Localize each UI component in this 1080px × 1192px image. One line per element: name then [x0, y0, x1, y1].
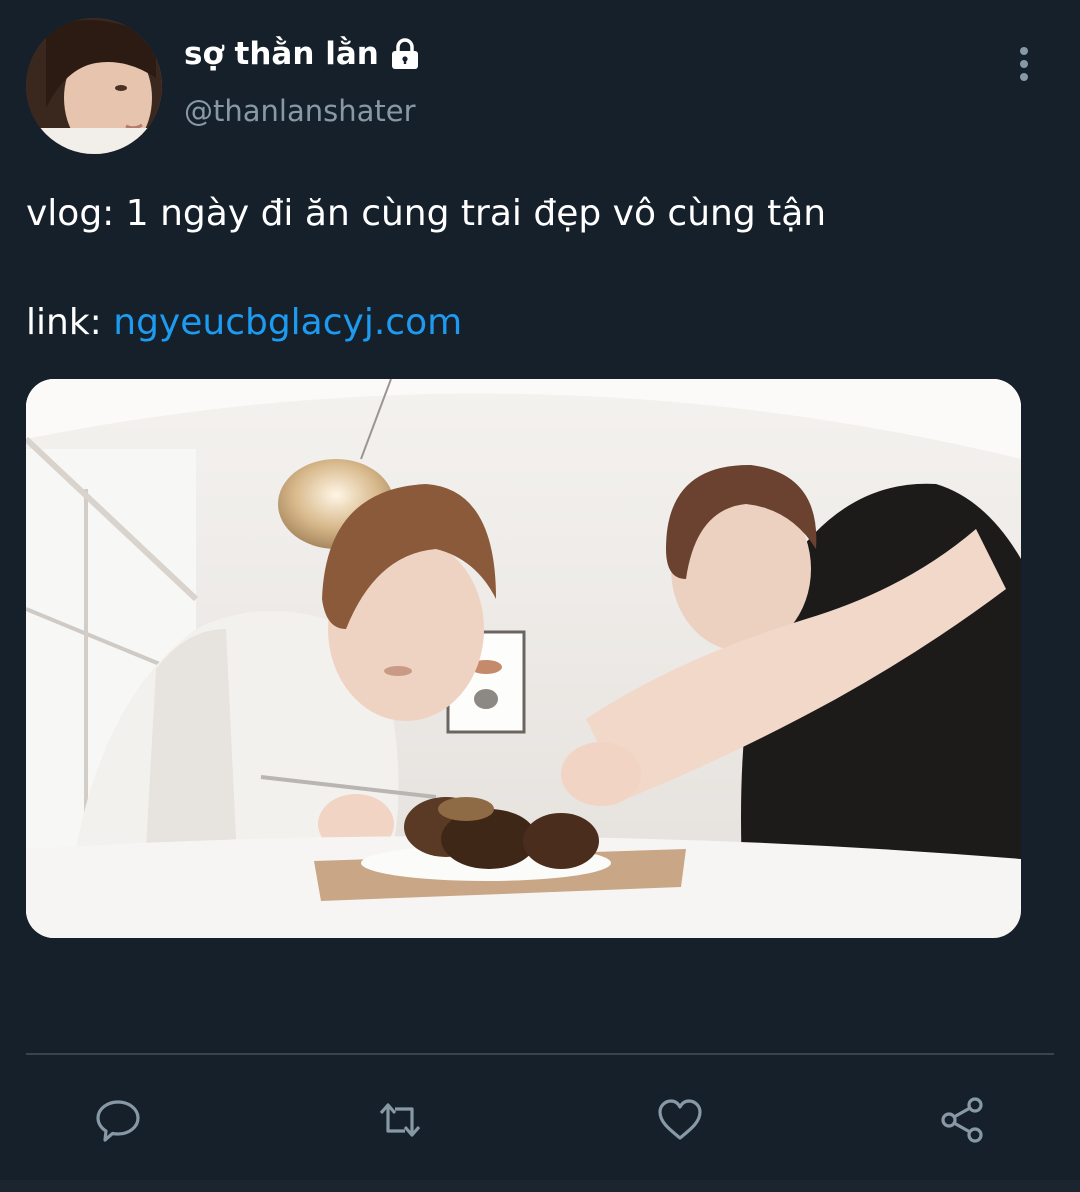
lock-icon — [389, 37, 421, 71]
reply-button[interactable] — [86, 1088, 150, 1152]
tweet-actions-bar — [0, 1080, 1080, 1160]
actions-divider — [26, 1053, 1054, 1055]
avatar-image — [26, 18, 162, 154]
retweet-button[interactable] — [368, 1088, 432, 1152]
reply-icon — [96, 1100, 140, 1142]
bottom-edge — [0, 1180, 1080, 1192]
tweet-media-photo[interactable] — [26, 379, 1021, 938]
link-prefix: link: — [26, 302, 114, 343]
share-icon — [941, 1097, 983, 1143]
like-button[interactable] — [648, 1088, 712, 1152]
more-options-button[interactable] — [1000, 40, 1048, 88]
avatar[interactable] — [26, 18, 162, 154]
heart-icon — [658, 1099, 702, 1140]
photo-illustration — [26, 379, 1021, 938]
tweet-link-line: link: ngyeucbglacyj.com — [26, 299, 462, 347]
display-name[interactable]: sợ thằn lằn — [184, 36, 421, 72]
more-vertical-icon — [1020, 47, 1028, 81]
share-button[interactable] — [930, 1088, 994, 1152]
tweet-text: vlog: 1 ngày đi ăn cùng trai đẹp vô cùng… — [26, 193, 827, 234]
retweet-icon — [379, 1103, 421, 1137]
user-handle[interactable]: @thanlanshater — [184, 94, 416, 128]
display-name-text: sợ thằn lằn — [184, 36, 379, 72]
tweet-link[interactable]: ngyeucbglacyj.com — [113, 302, 462, 343]
